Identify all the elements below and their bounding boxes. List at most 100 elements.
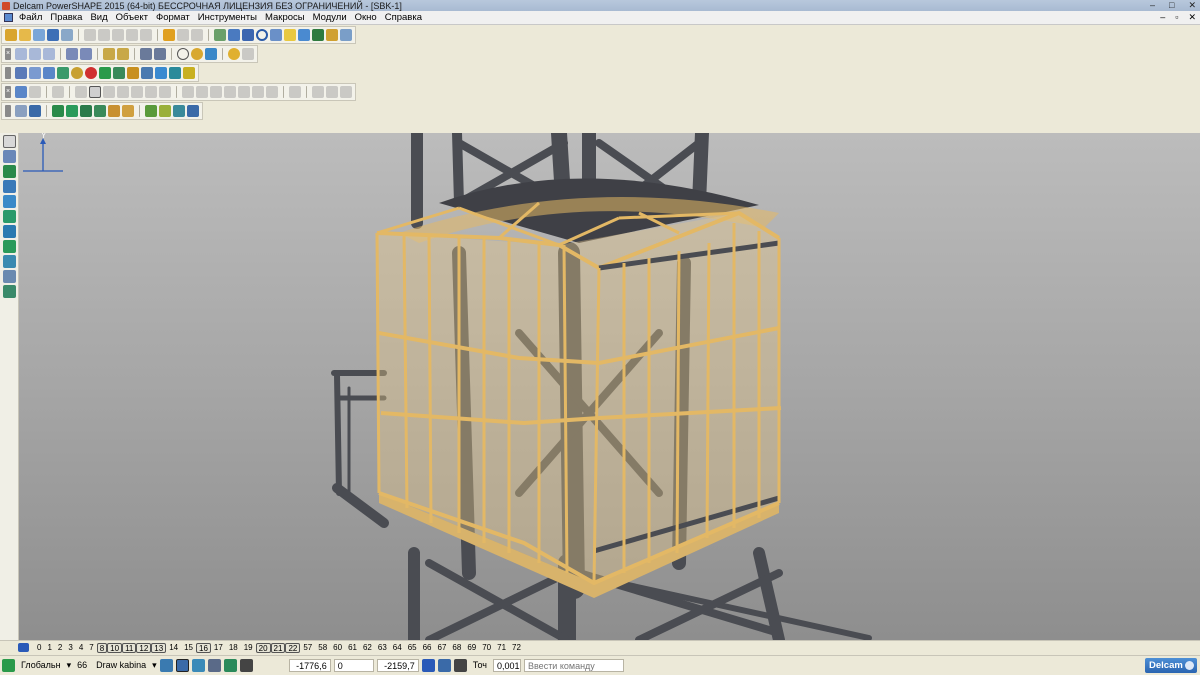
arc-icon[interactable] [43, 67, 55, 79]
level-button[interactable]: 8 [96, 642, 108, 653]
select-pointer-icon[interactable] [2, 135, 16, 148]
mirror-solid-icon[interactable] [252, 86, 264, 98]
feature-icon[interactable] [141, 67, 153, 79]
solid-check-icon[interactable] [326, 86, 338, 98]
absolute-coords-icon[interactable] [421, 659, 435, 672]
delete-icon[interactable] [140, 29, 152, 41]
toolbar-close-icon[interactable]: × [5, 86, 11, 98]
level-button[interactable]: 14 [166, 643, 181, 653]
surface-icon[interactable] [312, 29, 324, 41]
surface-offset-icon[interactable] [122, 105, 134, 117]
trash-icon[interactable] [207, 659, 221, 672]
level-button[interactable]: 60 [330, 643, 345, 653]
cut-solid-icon[interactable] [182, 86, 194, 98]
surface-plane-icon[interactable] [29, 105, 41, 117]
measure-icon[interactable] [340, 29, 352, 41]
mdi-close-button[interactable]: ✕ [1188, 12, 1196, 23]
surface-select-icon[interactable] [15, 105, 27, 117]
close-button[interactable]: ✕ [1188, 0, 1196, 11]
toolbar-grip[interactable] [5, 105, 11, 117]
line-icon[interactable] [29, 67, 41, 79]
zoom-all-icon[interactable] [154, 48, 166, 60]
tools-icon[interactable] [223, 659, 237, 672]
solid-tool-icon[interactable] [2, 240, 16, 253]
curve-create-icon[interactable] [57, 67, 69, 79]
surface-drive-icon[interactable] [80, 105, 92, 117]
smart-cursor-icon[interactable] [191, 659, 205, 672]
level-button[interactable]: 20 [255, 642, 271, 653]
grid-icon[interactable] [2, 150, 16, 163]
shell-icon[interactable] [131, 86, 143, 98]
position-input-icon[interactable] [437, 659, 451, 672]
level-button[interactable]: 17 [211, 643, 226, 653]
snap-icon[interactable] [159, 659, 173, 672]
add-solid-icon[interactable] [196, 86, 208, 98]
solid-active-icon[interactable] [89, 86, 101, 98]
menu-object[interactable]: Объект [112, 12, 152, 23]
level-button[interactable]: 64 [390, 643, 405, 653]
level-button[interactable]: 7 [86, 643, 96, 653]
open-model-icon[interactable] [33, 29, 45, 41]
surface-trim-icon[interactable] [145, 105, 157, 117]
extrude-icon[interactable] [113, 67, 125, 79]
shaded-icon[interactable] [191, 48, 203, 60]
block-icon[interactable] [127, 67, 139, 79]
tolerance-field[interactable]: 0,001 [493, 659, 521, 672]
zoom-window-icon[interactable] [140, 48, 152, 60]
view-iso-icon[interactable] [15, 48, 27, 60]
zoom-in-icon[interactable] [103, 48, 115, 60]
menu-modules[interactable]: Модули [309, 12, 351, 23]
subtract-solid-icon[interactable] [210, 86, 222, 98]
cut-icon[interactable] [84, 29, 96, 41]
level-button[interactable]: 69 [464, 643, 479, 653]
grid-toggle-icon[interactable] [239, 659, 253, 672]
draft-icon[interactable] [145, 86, 157, 98]
coord-y-field[interactable]: 0 [333, 659, 374, 672]
level-button[interactable]: 13 [151, 642, 167, 653]
level-button[interactable]: 68 [449, 643, 464, 653]
light-icon[interactable] [284, 29, 296, 41]
level-button[interactable]: 67 [435, 643, 450, 653]
paste-icon[interactable] [112, 29, 124, 41]
menu-help[interactable]: Справка [381, 12, 426, 23]
split-solid-icon[interactable] [238, 86, 250, 98]
surface-analyse-icon[interactable] [173, 105, 185, 117]
coord-z-field[interactable]: -2159,7 [376, 659, 419, 672]
menu-macros[interactable]: Макросы [261, 12, 309, 23]
level-name-select[interactable]: Draw kabina [93, 659, 149, 672]
document-icon[interactable] [4, 13, 13, 22]
redo-icon[interactable] [177, 29, 189, 41]
fillet-icon[interactable] [103, 86, 115, 98]
mdi-minimize-button[interactable]: – [1160, 12, 1165, 23]
surface-repair-icon[interactable] [187, 105, 199, 117]
line-tool-icon[interactable] [2, 180, 16, 193]
sphere-icon[interactable] [71, 67, 83, 79]
workplane-tool-icon[interactable] [2, 270, 16, 283]
surface-revolve-icon[interactable] [66, 105, 78, 117]
minimize-button[interactable]: – [1150, 0, 1155, 11]
select-arrow-icon[interactable] [228, 29, 240, 41]
quick-select-icon[interactable] [242, 29, 254, 41]
command-input[interactable] [524, 659, 624, 672]
view-pan-icon[interactable] [80, 48, 92, 60]
zoom-out-icon[interactable] [117, 48, 129, 60]
level-button[interactable]: 63 [375, 643, 390, 653]
assembly-tool-icon[interactable] [2, 285, 16, 298]
hand-icon[interactable] [242, 48, 254, 60]
boolean-icon[interactable] [52, 86, 64, 98]
level-button[interactable]: 2 [55, 643, 65, 653]
coord-x-field[interactable]: -1776,6 [288, 659, 331, 672]
level-button[interactable]: 70 [479, 643, 494, 653]
level-button[interactable]: 1 [44, 643, 54, 653]
selection-icon[interactable] [214, 29, 226, 41]
point-icon[interactable] [2, 165, 16, 178]
workplane-icon[interactable] [15, 67, 27, 79]
view-top-icon[interactable] [43, 48, 55, 60]
curve-tool-icon[interactable] [2, 210, 16, 223]
level-button[interactable]: 19 [241, 643, 256, 653]
pattern-icon[interactable] [159, 86, 171, 98]
solid-repair-icon[interactable] [312, 86, 324, 98]
graphics-viewport[interactable]: Y [19, 133, 1200, 640]
level-button[interactable]: 10 [107, 642, 123, 653]
menu-view[interactable]: Вид [86, 12, 111, 23]
